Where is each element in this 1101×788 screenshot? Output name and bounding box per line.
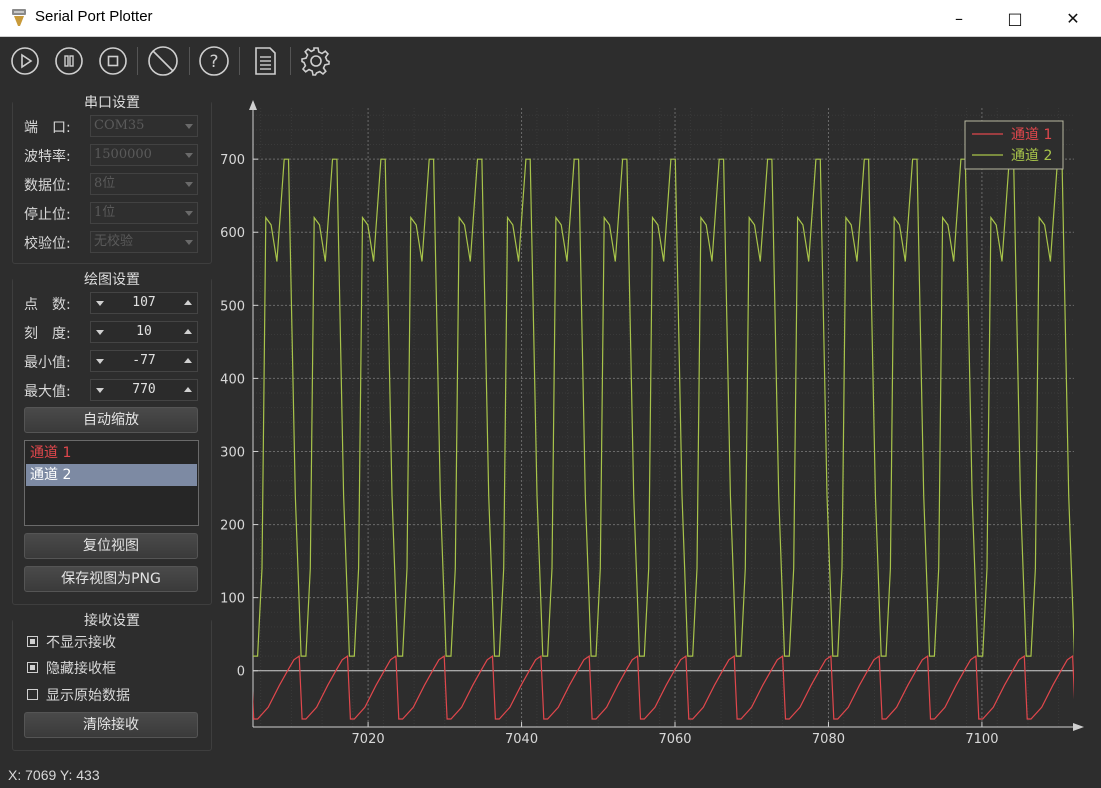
x-tick-label: 7020 (352, 732, 385, 747)
legend-label: 通道 1 (1011, 127, 1052, 143)
x-tick-label: 7100 (965, 732, 998, 747)
y-tick-label: 600 (220, 226, 245, 241)
y-tick-label: 300 (220, 445, 245, 460)
x-axis-arrow (1073, 723, 1084, 731)
y-tick-label: 400 (220, 372, 245, 387)
x-tick-label: 7040 (505, 732, 538, 747)
x-tick-label: 7060 (658, 732, 691, 747)
y-tick-label: 200 (220, 519, 245, 534)
y-tick-label: 700 (220, 153, 245, 168)
x-tick-label: 7080 (812, 732, 845, 747)
y-tick-label: 100 (220, 592, 245, 607)
y-tick-label: 0 (237, 665, 245, 680)
plot-area[interactable]: 0 100 200 300 400 500 600 700 7020 7040 7060 7080 71… (0, 0, 1101, 788)
y-axis-arrow (249, 100, 257, 110)
series-line-channel-1 (253, 654, 1074, 720)
y-tick-label: 500 (220, 299, 245, 314)
legend-label: 通道 2 (1011, 148, 1052, 164)
